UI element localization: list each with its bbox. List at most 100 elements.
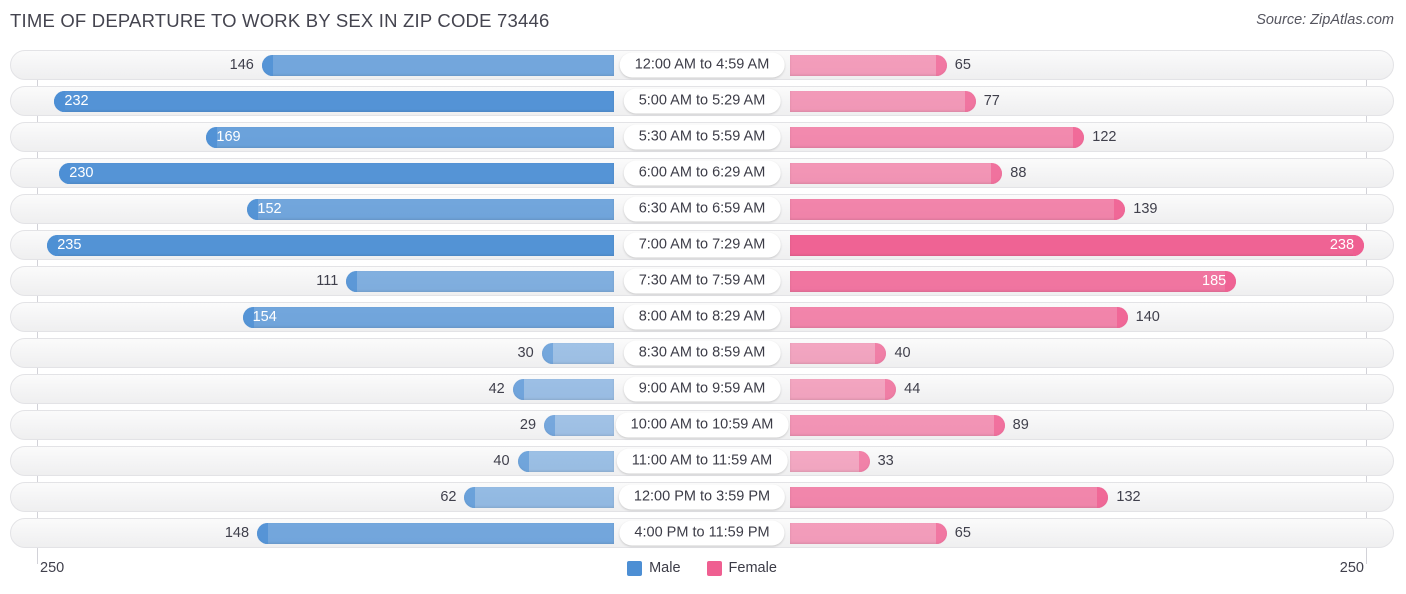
male-value-label: 232 [64,92,89,109]
female-value-label: 77 [983,92,1000,109]
bar-row: 148 65 4:00 PM to 11:59 PM [10,518,1394,548]
male-value-label: 30 [517,344,534,361]
female-bar[interactable] [790,342,887,364]
female-bar-cell: 140 [702,303,1393,331]
female-bar-cell: 238 [702,231,1393,259]
female-bar-cell: 40 [702,339,1393,367]
legend-item[interactable]: Female [706,560,777,576]
male-value-label: 29 [519,416,537,433]
female-value-label: 140 [1135,308,1160,325]
category-label: 8:30 AM to 8:59 AM [623,340,781,366]
male-bar[interactable] [257,522,614,544]
legend-item[interactable]: Male [627,560,681,576]
female-value-label: 65 [954,56,971,73]
male-bar[interactable]: 152 [247,198,614,220]
female-bar-cell: 65 [702,51,1393,79]
male-bar-cell: 169 [11,123,702,151]
category-label: 6:00 AM to 6:29 AM [623,160,781,186]
male-bar[interactable] [512,378,614,400]
female-bar[interactable] [790,54,947,76]
male-bar-cell: 152 [11,195,702,223]
male-bar[interactable] [544,414,614,436]
source-attribution: Source: ZipAtlas.com [1256,12,1394,28]
category-label: 7:00 AM to 7:29 AM [623,232,781,258]
male-bar[interactable]: 230 [59,162,614,184]
female-bar-cell: 132 [702,483,1393,511]
bar-row: 232 77 5:00 AM to 5:29 AM [10,86,1394,116]
female-value-label: 40 [894,344,911,361]
female-value-label: 139 [1133,200,1158,217]
category-label: 5:30 AM to 5:59 AM [623,124,781,150]
legend-label: Female [728,560,777,576]
bar-row: 29 89 10:00 AM to 10:59 AM [10,410,1394,440]
female-bar-cell: 185 [702,267,1393,295]
male-value-label: 154 [252,308,277,325]
page-title: TIME OF DEPARTURE TO WORK BY SEX IN ZIP … [10,10,550,31]
category-label: 6:30 AM to 6:59 AM [623,196,781,222]
category-label: 4:00 PM to 11:59 PM [619,520,785,546]
category-label: 5:00 AM to 5:29 AM [623,88,781,114]
male-bar-cell: 235 [11,231,702,259]
chart-container: TIME OF DEPARTURE TO WORK BY SEX IN ZIP … [0,0,1406,594]
female-value-label: 88 [1010,164,1027,181]
bar-rows: 146 65 12:00 AM to 4:59 AM 232 77 5:00 AM to … [10,50,1394,548]
male-bar-cell: 154 [11,303,702,331]
female-bar[interactable] [790,486,1109,508]
male-bar[interactable]: 235 [47,234,614,256]
male-bar[interactable] [517,450,614,472]
male-value-label: 62 [440,488,457,505]
female-bar[interactable] [790,522,947,544]
female-bar-cell: 122 [702,123,1393,151]
female-value-label: 65 [954,524,971,541]
female-bar-cell: 139 [702,195,1393,223]
female-bar-cell: 89 [702,411,1393,439]
male-bar[interactable] [261,54,614,76]
male-value-label: 146 [229,56,254,73]
male-bar-cell: 40 [11,447,702,475]
bar-row: 111 185 7:30 AM to 7:59 AM [10,266,1394,296]
male-value-label: 152 [257,200,282,217]
female-bar[interactable] [790,198,1126,220]
category-label: 12:00 AM to 4:59 AM [619,52,785,78]
bar-row: 169 122 5:30 AM to 5:59 AM [10,122,1394,152]
male-bar[interactable]: 169 [206,126,614,148]
female-bar-cell: 44 [702,375,1393,403]
female-bar[interactable] [790,306,1128,328]
male-bar-cell: 148 [11,519,702,547]
male-bar[interactable]: 154 [242,306,614,328]
chart-header: TIME OF DEPARTURE TO WORK BY SEX IN ZIP … [0,0,1406,42]
category-label: 9:00 AM to 9:59 AM [623,376,781,402]
female-value-label: 238 [1329,236,1355,253]
female-bar[interactable] [790,126,1085,148]
bar-row: 40 33 11:00 AM to 11:59 AM [10,446,1394,476]
chart-legend: Male Female [10,560,1394,576]
legend-swatch-icon [706,560,722,576]
male-bar[interactable] [541,342,614,364]
legend-label: Male [649,560,681,576]
female-bar[interactable] [790,162,1003,184]
female-bar[interactable] [790,90,976,112]
legend-swatch-icon [627,560,643,576]
female-value-label: 33 [877,452,894,469]
male-bar[interactable] [464,486,614,508]
male-value-label: 40 [493,452,510,469]
female-bar[interactable] [790,450,870,472]
male-bar[interactable] [346,270,614,292]
category-label: 7:30 AM to 7:59 AM [623,268,781,294]
male-bar-cell: 42 [11,375,702,403]
female-value-label: 89 [1012,416,1029,433]
female-bar[interactable] [790,378,897,400]
bar-row: 235 238 7:00 AM to 7:29 AM [10,230,1394,260]
male-value-label: 230 [69,164,94,181]
female-bar[interactable]: 238 [790,234,1365,256]
male-bar-cell: 29 [11,411,702,439]
male-value-label: 148 [224,524,250,541]
chart-footer: 250 250 Male Female [10,558,1394,584]
female-bar[interactable] [790,414,1005,436]
male-bar-cell: 111 [11,267,702,295]
male-value-label: 111 [316,272,339,289]
male-bar[interactable]: 232 [54,90,614,112]
female-value-label: 122 [1092,128,1117,145]
category-label: 11:00 AM to 11:59 AM [616,448,788,474]
female-bar[interactable]: 185 [790,270,1237,292]
